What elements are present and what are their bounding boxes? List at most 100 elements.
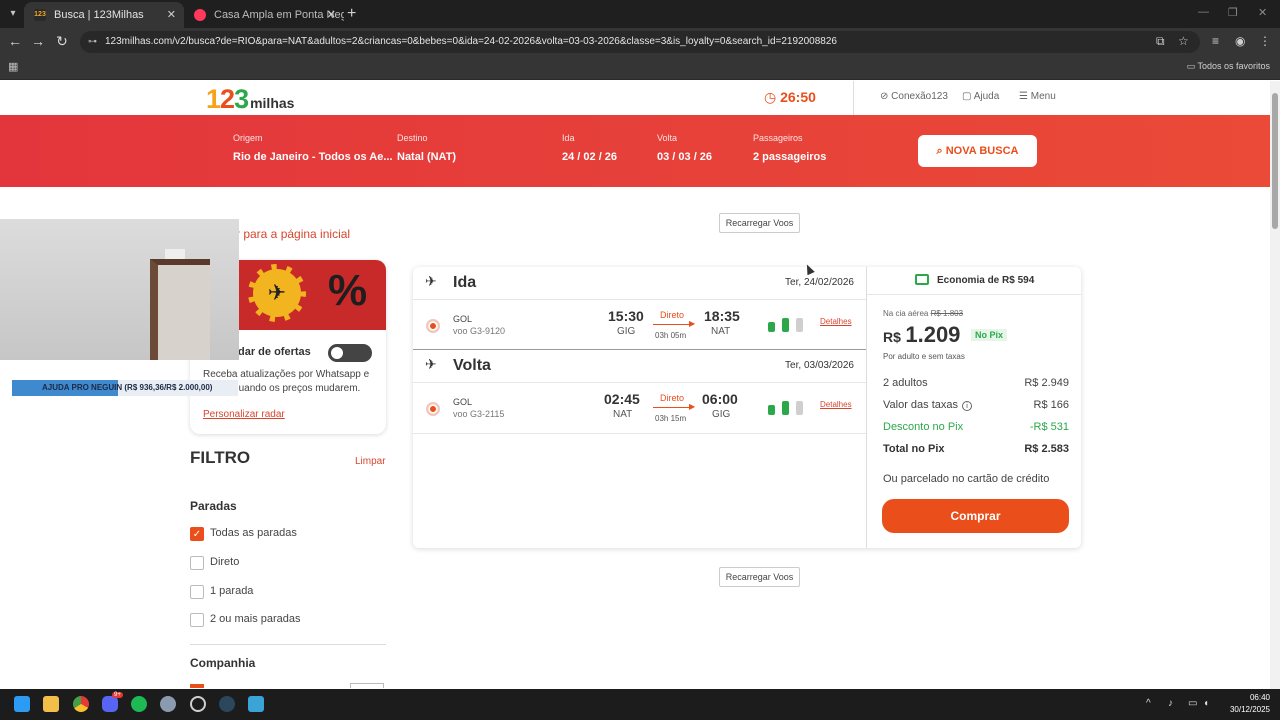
buy-button[interactable]: Comprar <box>882 499 1069 533</box>
windows-taskbar: 9+ ^ ♪ ▭ ◖ 06:40 30/12/2025 <box>0 689 1280 720</box>
compass-icon: ⊘ <box>880 91 892 102</box>
spotify-icon[interactable] <box>131 696 147 712</box>
address-bar[interactable]: ⊶ 123milhas.com/v2/busca?de=RIO&para=NAT… <box>80 31 1200 53</box>
forward-arrow-icon[interactable]: → <box>29 33 47 49</box>
radio-selected[interactable] <box>426 402 440 416</box>
chrome-icon[interactable] <box>73 696 89 712</box>
flight-details-link[interactable]: Detalhes <box>820 400 852 409</box>
scrollbar-thumb[interactable] <box>1272 93 1278 229</box>
tab-search-button[interactable]: ▾ <box>4 5 22 23</box>
reload-flights-button[interactable]: Recarregar Voos <box>719 213 800 233</box>
taskbar-time[interactable]: 06:40 <box>1240 693 1270 702</box>
tab-airbnb[interactable]: Casa Ampla em Ponta Negra a ✕ <box>184 2 344 28</box>
timer-value: 26:50 <box>780 89 816 105</box>
price-value: 1.209 <box>905 322 961 347</box>
personal-item-icon <box>768 322 775 332</box>
info-icon[interactable]: i <box>962 401 973 411</box>
arrival-time: 06:00 <box>702 391 738 407</box>
return-date-field[interactable]: Volta 03 / 03 / 26 <box>657 133 712 163</box>
profile-icon[interactable]: ◉ <box>1235 34 1245 48</box>
new-tab-plus-icon[interactable]: + <box>347 5 356 23</box>
customize-radar-link[interactable]: Personalizar radar <box>203 409 285 420</box>
return-value: 03 / 03 / 26 <box>657 151 713 163</box>
radio-selected[interactable] <box>426 319 440 333</box>
discord-icon[interactable] <box>102 696 118 712</box>
discord-notification-badge: 9+ <box>112 692 123 698</box>
notepad-icon[interactable] <box>248 696 264 712</box>
leg-date: Ter, 03/03/2026 <box>785 360 854 371</box>
airline-price-label: Na cia aérea R$ 1.803 <box>883 309 963 318</box>
site-info-icon[interactable]: ⊶ <box>88 36 97 47</box>
back-arrow-icon[interactable]: ← <box>6 33 24 49</box>
new-search-button[interactable]: ⌕ NOVA BUSCA <box>918 135 1037 167</box>
minimize-icon[interactable]: — <box>1198 6 1209 18</box>
clear-filters-link[interactable]: Limpar <box>355 456 386 467</box>
header-divider <box>853 81 854 115</box>
row-label: Total no Pix <box>883 443 945 455</box>
chat-icon: ▢ <box>962 91 974 102</box>
settings-gear-icon[interactable] <box>160 696 176 712</box>
checkbox[interactable] <box>190 613 204 627</box>
media-control-icon[interactable]: ≡ <box>1212 34 1219 48</box>
maximize-icon[interactable]: ❐ <box>1228 6 1238 19</box>
checked-bag-icon <box>796 318 803 332</box>
departure-date-field[interactable]: Ida 24 / 02 / 26 <box>562 133 617 163</box>
clock-app-icon[interactable] <box>190 696 206 712</box>
return-label: Volta <box>657 133 678 143</box>
checkbox[interactable] <box>190 585 204 599</box>
back-to-home-link[interactable]: r para a página inicial <box>236 227 350 241</box>
menu-button[interactable]: ☰ Menu <box>1019 91 1056 102</box>
stop-type: Direto <box>660 393 685 403</box>
logo-123milhas[interactable]: 123 milhas <box>206 84 294 115</box>
volume-icon[interactable]: ◖ <box>1203 698 1209 709</box>
row-value: -R$ 531 <box>1029 421 1069 433</box>
search-icon: ⌕ <box>936 145 946 157</box>
close-icon[interactable]: ✕ <box>167 8 176 21</box>
origin-field[interactable]: Origem Rio de Janeiro - Todos os Ae... <box>233 133 393 163</box>
all-bookmarks-folder[interactable]: ▭ Todos os favoritos <box>1187 61 1270 72</box>
destination-field[interactable]: Destino Natal (NAT) <box>397 133 456 163</box>
apps-grid-icon[interactable]: ▦ <box>8 60 18 73</box>
installments-note: Ou parcelado no cartão de crédito <box>883 473 1050 485</box>
radar-toggle[interactable] <box>328 344 372 362</box>
reload-icon[interactable]: ↻ <box>53 33 71 50</box>
tray-chevron-icon[interactable]: ^ <box>1146 698 1151 709</box>
steam-icon[interactable] <box>219 696 235 712</box>
help-label: Ajuda <box>973 91 1000 102</box>
network-icon[interactable]: ▭ <box>1188 698 1197 709</box>
outbound-flight-option[interactable]: GOL voo G3-9120 15:30 GIG Direto ▶ 03h 0… <box>413 300 866 350</box>
checkbox[interactable] <box>190 556 204 570</box>
passengers-field[interactable]: Passageiros 2 passageiros <box>753 133 826 163</box>
cia-old-price: R$ 1.803 <box>930 309 964 318</box>
airline-name: GOL <box>453 397 473 407</box>
file-explorer-icon[interactable] <box>43 696 59 712</box>
clock-icon: ◷ <box>764 89 777 105</box>
reload-flights-button[interactable]: Recarregar Voos <box>719 567 800 587</box>
return-flight-option[interactable]: GOL voo G3-2115 02:45 NAT Direto ▶ 03h 1… <box>413 383 866 433</box>
close-icon[interactable]: ✕ <box>327 8 336 21</box>
stop-type: Direto <box>660 310 685 320</box>
donation-goal-text: AJUDA PRO NEGUIN (R$ 936,36/R$ 2.000,00) <box>42 383 213 392</box>
company-count-badge <box>350 683 384 688</box>
arrival-airport: NAT <box>711 326 731 337</box>
checkbox-checked[interactable]: ✓ <box>190 527 204 541</box>
taskbar-date[interactable]: 30/12/2025 <box>1228 705 1270 714</box>
leg-title: Volta <box>453 357 491 374</box>
arrow-right-icon: ▶ <box>689 402 696 411</box>
install-app-icon[interactable]: ⧉ <box>1156 34 1165 49</box>
flight-details-link[interactable]: Detalhes <box>820 317 852 326</box>
help-link[interactable]: ▢ Ajuda <box>962 91 999 102</box>
bookmark-star-icon[interactable]: ☆ <box>1178 34 1189 48</box>
microphone-icon[interactable]: ♪ <box>1168 698 1173 709</box>
conexao123-link[interactable]: ⊘ Conexão123 <box>880 91 948 102</box>
tab-busca[interactable]: 123 Busca | 123Milhas ✕ <box>24 2 184 28</box>
browser-tab-strip: ▾ 123 Busca | 123Milhas ✕ Casa Ampla em … <box>0 0 1280 28</box>
logo-digit: 1 <box>206 84 221 114</box>
window-close-icon[interactable]: ✕ <box>1258 6 1267 19</box>
stop-option-label: 2 ou mais paradas <box>210 613 301 625</box>
page-scrollbar[interactable] <box>1270 81 1280 689</box>
windows-start-icon[interactable] <box>14 696 30 712</box>
kebab-menu-icon[interactable]: ⋮ <box>1259 34 1271 48</box>
company-checkbox[interactable] <box>190 684 204 688</box>
stop-option-label: Direto <box>210 556 240 568</box>
